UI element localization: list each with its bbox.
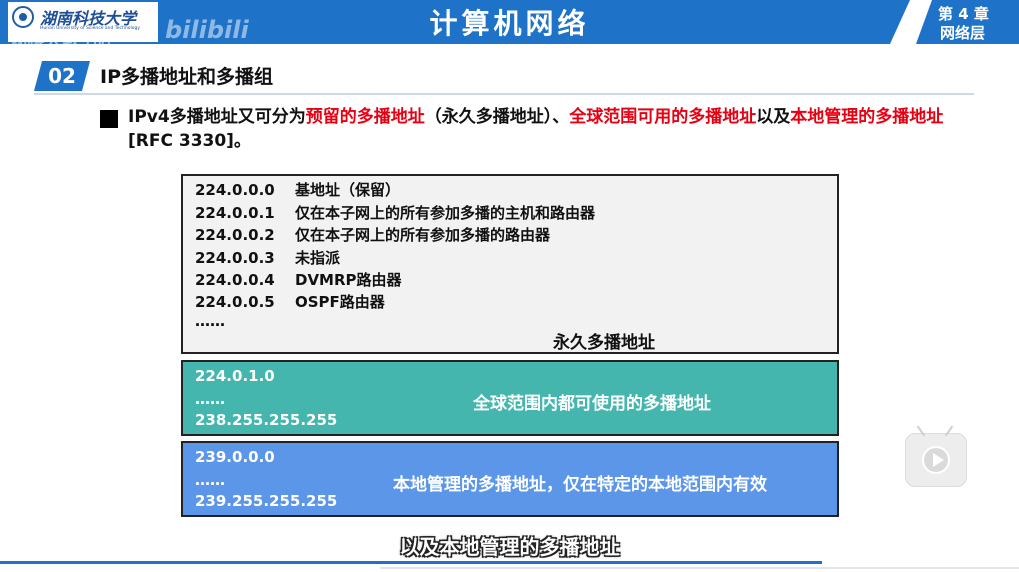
- course-title: 计算机网络: [429, 7, 590, 40]
- para-text-1: IPv4多播地址又可分为: [128, 107, 306, 127]
- range-end: 239.255.255.255: [195, 492, 338, 510]
- para-text-2: （永久多播地址）、: [424, 107, 570, 127]
- table-row: 224.0.0.4 DVMRP路由器: [195, 271, 402, 289]
- footer-bar: [0, 561, 822, 564]
- footer-bar-light: [380, 567, 1019, 569]
- para-text-4: [RFC 3330]。: [128, 131, 251, 151]
- para-text-3: 以及: [756, 107, 791, 127]
- permanent-multicast-box: 224.0.0.0 基地址（保留） 224.0.0.1 仅在本子网上的所有参加多播的…: [181, 174, 839, 354]
- section-title: IP多播地址和多播组: [100, 66, 273, 88]
- global-multicast-box: 224.0.1.0 …… 238.255.255.255 全球范围内都可使用的多…: [181, 360, 839, 436]
- video-subtitle: 以及本地管理的多播地址: [399, 535, 620, 559]
- range-start: 224.0.1.0: [195, 367, 275, 385]
- para-highlight-local: 本地管理的多播地址: [790, 107, 944, 127]
- chapter-number: 第 4 章: [938, 5, 989, 23]
- intro-paragraph: IPv4多播地址又可分为预留的多播地址（永久多播地址）、全球范围可用的多播地址以…: [128, 105, 988, 153]
- chapter-name: 网络层: [940, 24, 986, 42]
- table-row: 224.0.0.3 未指派: [195, 249, 341, 267]
- para-highlight-reserved: 预留的多播地址: [305, 107, 425, 127]
- table-row: 224.0.0.2 仅在本子网上的所有参加多播的路由器: [195, 226, 551, 244]
- section-number-badge: 02: [34, 61, 90, 91]
- local-multicast-box: 239.0.0.0 …… 239.255.255.255 本地管理的多播地址，仅…: [181, 441, 839, 517]
- table-row: 224.0.0.5 OSPF路由器: [195, 293, 385, 311]
- permanent-label: 永久多播地址: [553, 333, 655, 353]
- ellipsis: ……: [195, 312, 225, 330]
- range-start: 239.0.0.0: [195, 448, 275, 466]
- table-row: 224.0.0.0 基地址（保留）: [195, 181, 401, 199]
- play-button-icon[interactable]: [933, 453, 944, 467]
- ellipsis: ……: [195, 390, 225, 408]
- range-end: 238.255.255.255: [195, 411, 338, 429]
- local-label: 本地管理的多播地址，仅在特定的本地范围内有效: [393, 475, 767, 495]
- global-label: 全球范围内都可使用的多播地址: [473, 394, 711, 414]
- para-highlight-global: 全球范围可用的多播地址: [569, 107, 757, 127]
- ellipsis: ……: [195, 471, 225, 489]
- section-divider: [34, 93, 974, 95]
- table-row: 224.0.0.1 仅在本子网上的所有参加多播的主机和路由器: [195, 204, 596, 222]
- square-bullet-icon: [100, 110, 118, 128]
